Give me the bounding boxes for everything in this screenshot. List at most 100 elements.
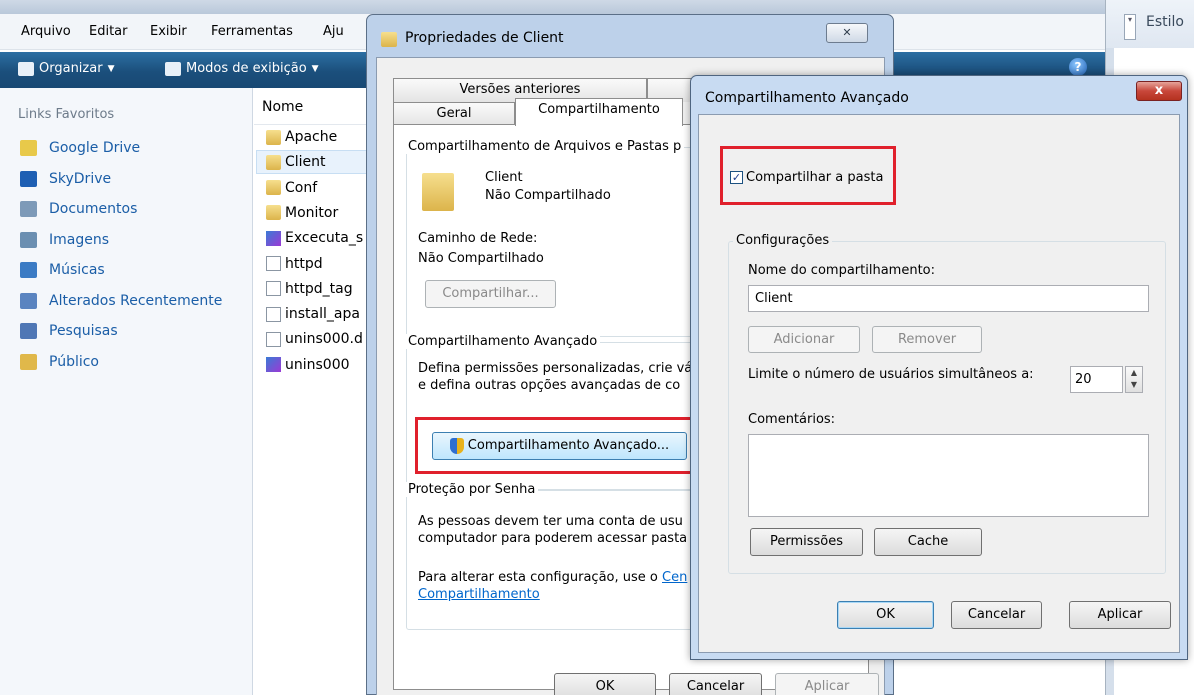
file-row[interactable]: install_apa [266,306,360,322]
file-name: Monitor [285,204,339,221]
file-name: Conf [285,179,318,196]
pictures-icon [20,231,37,248]
column-header-name[interactable]: Nome [262,99,303,115]
styles-dropdown-icon[interactable]: ▾ [1124,14,1136,40]
sidebar-item[interactable]: Alterados Recentemente [20,292,223,309]
tab-sharing[interactable]: Compartilhamento [515,98,683,126]
file-name: httpd_tag [285,280,353,297]
share-name-input[interactable]: Client [748,285,1149,312]
public-folder-icon [20,353,37,370]
file-row[interactable]: Client [266,154,326,170]
cancel-button[interactable]: Cancelar [669,673,762,695]
sidebar-item[interactable]: Imagens [20,231,110,248]
menu-file[interactable]: Arquivo [21,24,71,39]
views-icon [165,61,181,76]
file-icon [266,306,281,322]
sidebar-item[interactable]: Documentos [20,201,137,217]
file-name: Client [285,154,326,171]
documents-icon [20,201,37,217]
settings-group-label: Configurações [733,233,833,248]
sidebar-item-label: Pesquisas [49,323,118,339]
file-name: Apache [285,129,338,145]
favorite-links-title: Links Favoritos [18,107,115,122]
share-button[interactable]: Compartilhar... [425,280,556,308]
file-name: unins000 [285,356,350,373]
file-row[interactable]: unins000.d [266,331,363,347]
add-button[interactable]: Adicionar [748,326,860,353]
share-folder-label[interactable]: Compartilhar a pasta [746,170,883,185]
application-icon [266,357,281,373]
file-row[interactable]: httpd_tag [266,281,353,297]
menu-help[interactable]: Aju [323,24,344,39]
sidebar-item[interactable]: Público [20,353,99,370]
share-folder-checkbox[interactable]: ✓ [730,171,743,184]
folder-icon [266,154,281,170]
recent-icon [20,292,37,309]
share-status: Não Compartilhado [485,188,611,203]
organize-label: Organizar [39,61,103,76]
sidebar-item-label: Alterados Recentemente [49,292,223,309]
folder-icon [381,32,397,47]
permissions-button[interactable]: Permissões [750,528,863,556]
sidebar-item-label: Público [49,353,99,370]
close-button[interactable]: x [1136,81,1182,101]
menu-edit[interactable]: Editar [89,24,128,39]
sidebar-item[interactable]: Google Drive [20,140,140,156]
google-drive-icon [20,140,37,156]
views-button[interactable]: Modos de exibição ▼ [165,61,319,76]
folder-icon [266,205,281,221]
file-name: httpd [285,255,323,272]
cache-button[interactable]: Cache [874,528,982,556]
folder-icon [266,129,281,145]
menu-tools[interactable]: Ferramentas [211,24,293,39]
network-path-label: Caminho de Rede: [418,231,538,246]
styles-label: Estilo [1146,14,1184,30]
sidebar-item-label: Google Drive [49,140,141,156]
advanced-sharing-button-label: Compartilhamento Avançado... [467,438,670,453]
advanced-sharing-dialog: Compartilhamento Avançado x ✓ Compartilh… [690,75,1188,660]
sidebar-item[interactable]: SkyDrive [20,170,111,187]
advanced-sharing-button[interactable]: Compartilhamento Avançado... [432,432,687,460]
cancel-button[interactable]: Cancelar [951,601,1042,629]
file-icon [266,256,281,271]
advanced-sharing-body: ✓ Compartilhar a pasta Configurações Nom… [698,114,1180,653]
file-row[interactable]: Conf [266,180,317,196]
user-limit-label: Limite o número de usuários simultâneos … [748,367,1034,382]
ok-button[interactable]: OK [837,601,934,629]
tab-general[interactable]: Geral [393,102,515,126]
user-limit-input[interactable]: 20 [1070,366,1123,393]
file-name: Excecuta_s [285,230,364,247]
sidebar-item-label: Documentos [49,201,138,217]
comments-input[interactable] [748,434,1149,517]
application-icon [266,230,281,246]
advanced-sharing-title: Compartilhamento Avançado [705,90,909,106]
file-row[interactable]: Excecuta_s [266,230,363,246]
remove-button[interactable]: Remover [872,326,982,353]
sidebar-item[interactable]: Músicas [20,262,105,278]
properties-title: Propriedades de Client [405,30,564,46]
file-row[interactable]: unins000 [266,357,350,373]
close-button[interactable]: ✕ [826,23,868,43]
search-folder-icon [20,323,37,339]
password-protection-group-label: Proteção por Senha [405,482,539,497]
help-icon[interactable]: ? [1069,58,1087,76]
chevron-down-icon: ▼ [107,63,115,74]
network-path-value: Não Compartilhado [418,251,544,266]
file-row[interactable]: Apache [266,129,337,145]
file-sharing-group-label: Compartilhamento de Arquivos e Pastas p [405,139,685,154]
file-row[interactable]: Monitor [266,205,338,221]
folder-icon [266,180,281,196]
menu-view[interactable]: Exibir [150,24,187,39]
sharing-link[interactable]: Compartilhamento [418,587,540,602]
sidebar-item-label: Músicas [49,262,105,278]
network-center-link[interactable]: Cen [662,570,687,585]
user-limit-spinner[interactable]: ▲ ▼ [1125,366,1143,393]
ok-button[interactable]: OK [554,673,656,695]
sidebar-item[interactable]: Pesquisas [20,323,118,339]
explorer-address-strip [0,0,1194,14]
file-row[interactable]: httpd [266,256,323,272]
apply-button[interactable]: Aplicar [775,673,879,695]
sidebar-item-label: Imagens [49,231,110,248]
organize-button[interactable]: Organizar ▼ [18,61,114,76]
apply-button[interactable]: Aplicar [1069,601,1171,629]
